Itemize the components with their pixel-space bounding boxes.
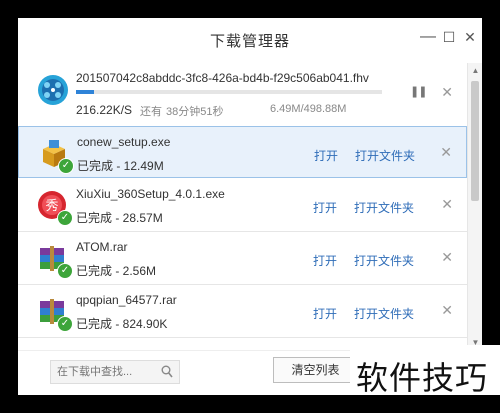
remove-download-icon[interactable]: ✕ <box>441 84 453 101</box>
download-list: 201507042c8abddc-3fc8-426a-bd4b-f29c506a… <box>18 63 467 350</box>
open-link[interactable]: 打开 <box>314 147 338 164</box>
clear-list-button[interactable]: 清空列表 <box>273 357 358 383</box>
remaining-label: 还有 <box>140 106 162 118</box>
download-filename: qpqpian_64577.rar <box>76 293 177 307</box>
remove-download-icon[interactable]: ✕ <box>441 196 453 213</box>
open-link[interactable]: 打开 <box>313 199 337 216</box>
remove-download-icon[interactable]: ✕ <box>440 144 452 161</box>
download-item-qpqpian[interactable]: ✓ qpqpian_64577.rar 已完成 - 824.90K 打开 打开文… <box>18 285 467 338</box>
active-download-row[interactable]: 201507042c8abddc-3fc8-426a-bd4b-f29c506a… <box>18 63 467 127</box>
active-download-filename: 201507042c8abddc-3fc8-426a-bd4b-f29c506a… <box>76 71 369 85</box>
package-icon: ✓ <box>37 137 74 174</box>
download-progress-fill <box>76 90 95 94</box>
scrollbar-thumb[interactable] <box>471 81 479 201</box>
rar-archive-icon: ✓ <box>36 295 73 332</box>
download-speed: 216.22K/S <box>76 103 133 117</box>
minimize-icon[interactable]: — <box>418 27 438 47</box>
open-folder-link[interactable]: 打开文件夹 <box>354 305 414 322</box>
remove-download-icon[interactable]: ✕ <box>441 302 453 319</box>
completed-check-icon: ✓ <box>57 263 73 279</box>
list-scrollbar[interactable]: ▲ ▼ <box>467 63 482 350</box>
open-link[interactable]: 打开 <box>313 252 337 269</box>
pause-icon[interactable]: ❚❚ <box>410 85 427 98</box>
download-item-xiuxiu[interactable]: 秀 ✓ XiuXiu_360Setup_4.0.1.exe 已完成 - 28.5… <box>18 179 467 232</box>
download-item-conew[interactable]: ✓ conew_setup.exe 已完成 - 12.49M 打开 打开文件夹 … <box>18 126 467 178</box>
download-status: 已完成 - 2.56M <box>76 264 157 278</box>
open-folder-link[interactable]: 打开文件夹 <box>354 199 414 216</box>
open-folder-link[interactable]: 打开文件夹 <box>355 147 415 164</box>
completed-check-icon: ✓ <box>57 210 73 226</box>
open-folder-link[interactable]: 打开文件夹 <box>354 252 414 269</box>
download-manager-window: 下载管理器 — ☐ ✕ 201507042c8abddc-3fc8-426a-b… <box>18 18 482 395</box>
remaining-time: 38分钟51秒 <box>166 106 224 118</box>
close-icon[interactable]: ✕ <box>460 27 480 47</box>
rar-archive-icon: ✓ <box>36 242 73 279</box>
completed-check-icon: ✓ <box>58 158 74 174</box>
download-status: 已完成 - 824.90K <box>76 317 168 331</box>
svg-text:秀: 秀 <box>45 199 58 214</box>
download-status: 已完成 - 12.49M <box>77 159 164 173</box>
remove-download-icon[interactable]: ✕ <box>441 249 453 266</box>
completed-check-icon: ✓ <box>57 316 73 332</box>
download-filename: ATOM.rar <box>76 240 128 254</box>
watermark-text: 软件技巧 <box>356 359 489 397</box>
open-link[interactable]: 打开 <box>313 305 337 322</box>
download-progress-bar <box>76 90 382 94</box>
search-input[interactable] <box>51 361 161 383</box>
xiuxiu-icon: 秀 ✓ <box>36 189 73 226</box>
search-icon[interactable] <box>161 365 173 379</box>
download-item-atom[interactable]: ✓ ATOM.rar 已完成 - 2.56M 打开 打开文件夹 ✕ <box>18 232 467 285</box>
search-box[interactable] <box>50 360 180 384</box>
title-bar: 下载管理器 — ☐ ✕ <box>18 18 482 62</box>
download-status: 已完成 - 28.57M <box>76 211 163 225</box>
download-filename: conew_setup.exe <box>77 135 171 149</box>
window-title: 下载管理器 <box>209 33 290 50</box>
download-filename: XiuXiu_360Setup_4.0.1.exe <box>76 187 225 201</box>
scroll-up-arrow-icon[interactable]: ▲ <box>468 66 482 75</box>
video-file-icon <box>38 75 68 105</box>
watermark: 软件技巧 <box>350 345 500 397</box>
download-size-progress: 6.49M/498.88M <box>270 103 347 115</box>
maximize-icon[interactable]: ☐ <box>439 27 459 47</box>
